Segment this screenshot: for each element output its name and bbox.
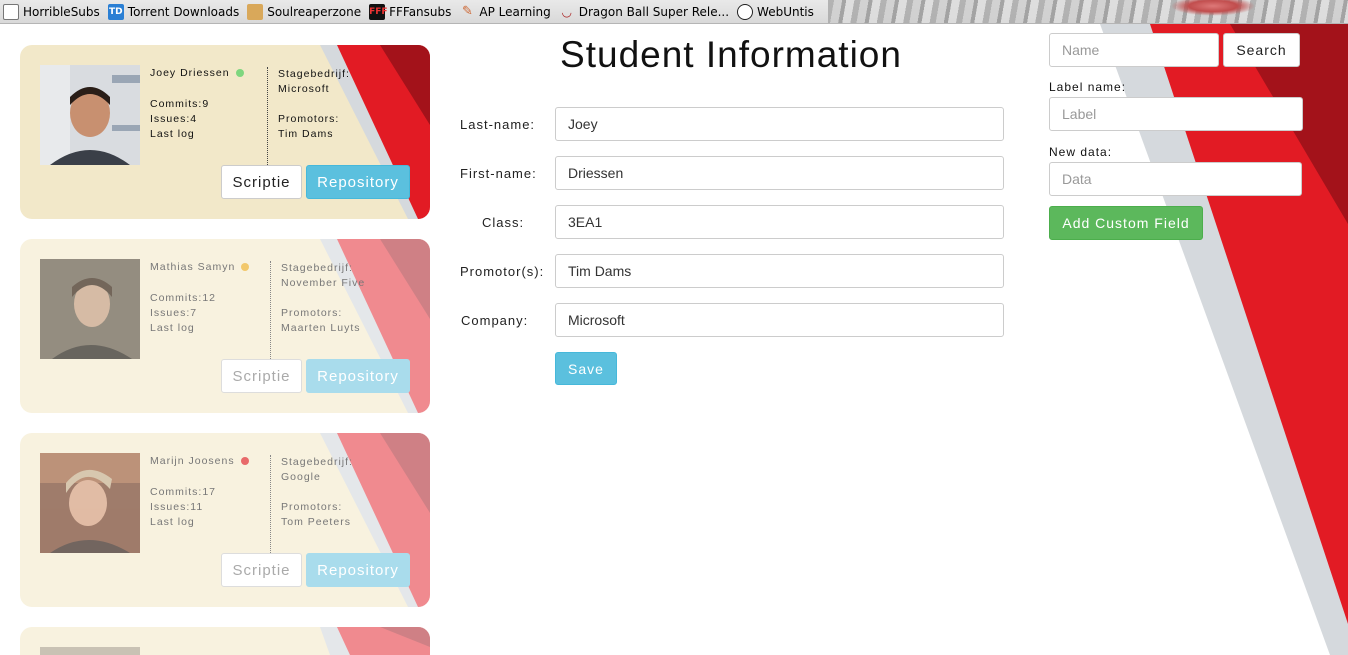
dragonball-icon: ◡ [562,4,572,19]
fff-icon: FFF [369,3,388,20]
last-log-link[interactable]: Last log [150,127,209,142]
student-name[interactable]: Mathias Samyn [150,261,250,273]
promotors-input[interactable] [555,254,1004,288]
bookmark-label: FFFansubs [389,4,452,19]
commits-count: Commits:12 [150,292,217,304]
student-name[interactable]: Joey Driessen [150,67,244,79]
student-photo [40,65,140,165]
promotors-label: Promotors: [281,307,343,319]
scriptie-button[interactable]: Scriptie [221,359,302,393]
company-field-label: Company: [461,313,529,328]
issues-count: Issues:7 [150,307,198,319]
save-button[interactable]: Save [555,352,617,385]
card-divider [270,261,271,359]
company-value: Google [281,471,321,483]
bookmark-label: Soulreaperzone [267,4,362,19]
bookmark-label: Torrent Downloads [127,4,240,19]
bookmark-label: HorribleSubs [23,4,100,19]
scriptie-button[interactable]: Scriptie [221,165,302,199]
student-name-text[interactable]: Joey Driessen [150,67,230,79]
student-stats: Commits:17 Issues:11 Last log [150,485,216,530]
card-stripe [320,627,430,655]
clock-icon [737,3,754,20]
status-dot-icon [235,69,244,77]
student-card: Marijn Joosens Commits:17 Issues:11 Last… [20,433,430,607]
last-name-label: Last-name: [460,117,536,132]
issues-count: Issues:11 [150,501,204,513]
promotors-label: Promotors: [278,113,340,125]
label-name-input[interactable] [1049,97,1303,131]
commits-count: Commits:17 [150,486,217,498]
promotors-field-label: Promotor(s): [460,264,545,279]
new-data-label: New data: [1049,145,1113,159]
student-stats: Commits:12 Issues:7 Last log [150,291,216,336]
horriblesubs-icon [3,3,19,20]
repository-button[interactable]: Repository [306,165,410,199]
student-info: Stagebedrijf: November Five Promotors: M… [281,261,365,336]
card-divider [270,455,271,553]
student-card: Mathias Samyn Commits:12 Issues:7 Last l… [20,239,430,413]
student-info: Stagebedrijf: Google Promotors: Tom Peet… [281,455,353,530]
class-input[interactable] [555,205,1004,239]
bookmark-label: WebUntis [757,4,814,19]
student-photo [40,453,140,553]
student-name[interactable]: Marijn Joosens [150,455,249,467]
student-name-text[interactable]: Mathias Samyn [150,261,235,273]
soulreaperzone-icon [247,3,264,20]
last-log-link[interactable]: Last log [150,321,216,336]
search-button[interactable]: Search [1223,33,1300,67]
new-data-input[interactable] [1049,162,1302,196]
bookmark-fffansubs[interactable]: FFF FFFansubs [369,3,452,20]
issues-count: Issues:4 [150,113,198,125]
commits-count: Commits:9 [150,98,210,110]
repository-button[interactable]: Repository [306,359,410,393]
promotors-value: Maarten Luyts [281,322,361,334]
status-dot-icon [240,457,249,465]
student-info: Stagebedrijf: Microsoft Promotors: Tim D… [278,67,350,142]
company-label: Stagebedrijf: [281,262,353,274]
first-name-label: First-name: [460,166,537,181]
class-label: Class: [482,215,525,230]
page-title: Student Information [560,34,902,75]
company-label: Stagebedrijf: [278,68,350,80]
add-custom-field-button[interactable]: Add Custom Field [1049,206,1203,240]
company-value: Microsoft [278,83,330,95]
search-input[interactable] [1049,33,1219,67]
company-label: Stagebedrijf: [281,456,353,468]
scriptie-button[interactable]: Scriptie [221,553,302,587]
last-log-link[interactable]: Last log [150,515,216,530]
student-photo [40,647,140,655]
bookmark-dragon-ball[interactable]: ◡ Dragon Ball Super Rele... [559,4,729,20]
td-icon: TD [107,3,124,20]
student-card: Joey Driessen Commits:9 Issues:4 Last lo… [20,45,430,219]
card-divider [267,67,268,165]
bookmark-torrent-downloads[interactable]: TD Torrent Downloads [107,3,240,20]
promotors-value: Tom Peeters [281,516,351,528]
repository-button[interactable]: Repository [306,553,410,587]
status-dot-icon [241,263,250,271]
company-input[interactable] [555,303,1004,337]
ap-learning-icon: ✎ [461,3,473,19]
bookmark-ap-learning[interactable]: ✎ AP Learning [459,3,551,20]
bookmarks-bar: HorribleSubs TD Torrent Downloads Soulre… [0,0,1348,24]
bookmark-horriblesubs[interactable]: HorribleSubs [3,3,100,20]
bookmark-label: Dragon Ball Super Rele... [578,4,730,19]
bookmark-label: AP Learning [479,4,551,19]
student-card-partial [20,627,430,655]
promotors-label: Promotors: [281,501,343,513]
bookmark-soulreaperzone[interactable]: Soulreaperzone [247,3,362,20]
bookmark-webuntis[interactable]: WebUntis [737,3,814,20]
last-name-input[interactable] [555,107,1004,141]
student-photo [40,259,140,359]
label-name-label: Label name: [1049,80,1127,94]
student-stats: Commits:9 Issues:4 Last log [150,97,209,142]
promotors-value: Tim Dams [278,128,334,140]
student-name-text[interactable]: Marijn Joosens [150,455,235,467]
bookmarks-background-art [828,0,1348,23]
company-value: November Five [281,277,366,289]
first-name-input[interactable] [555,156,1004,190]
